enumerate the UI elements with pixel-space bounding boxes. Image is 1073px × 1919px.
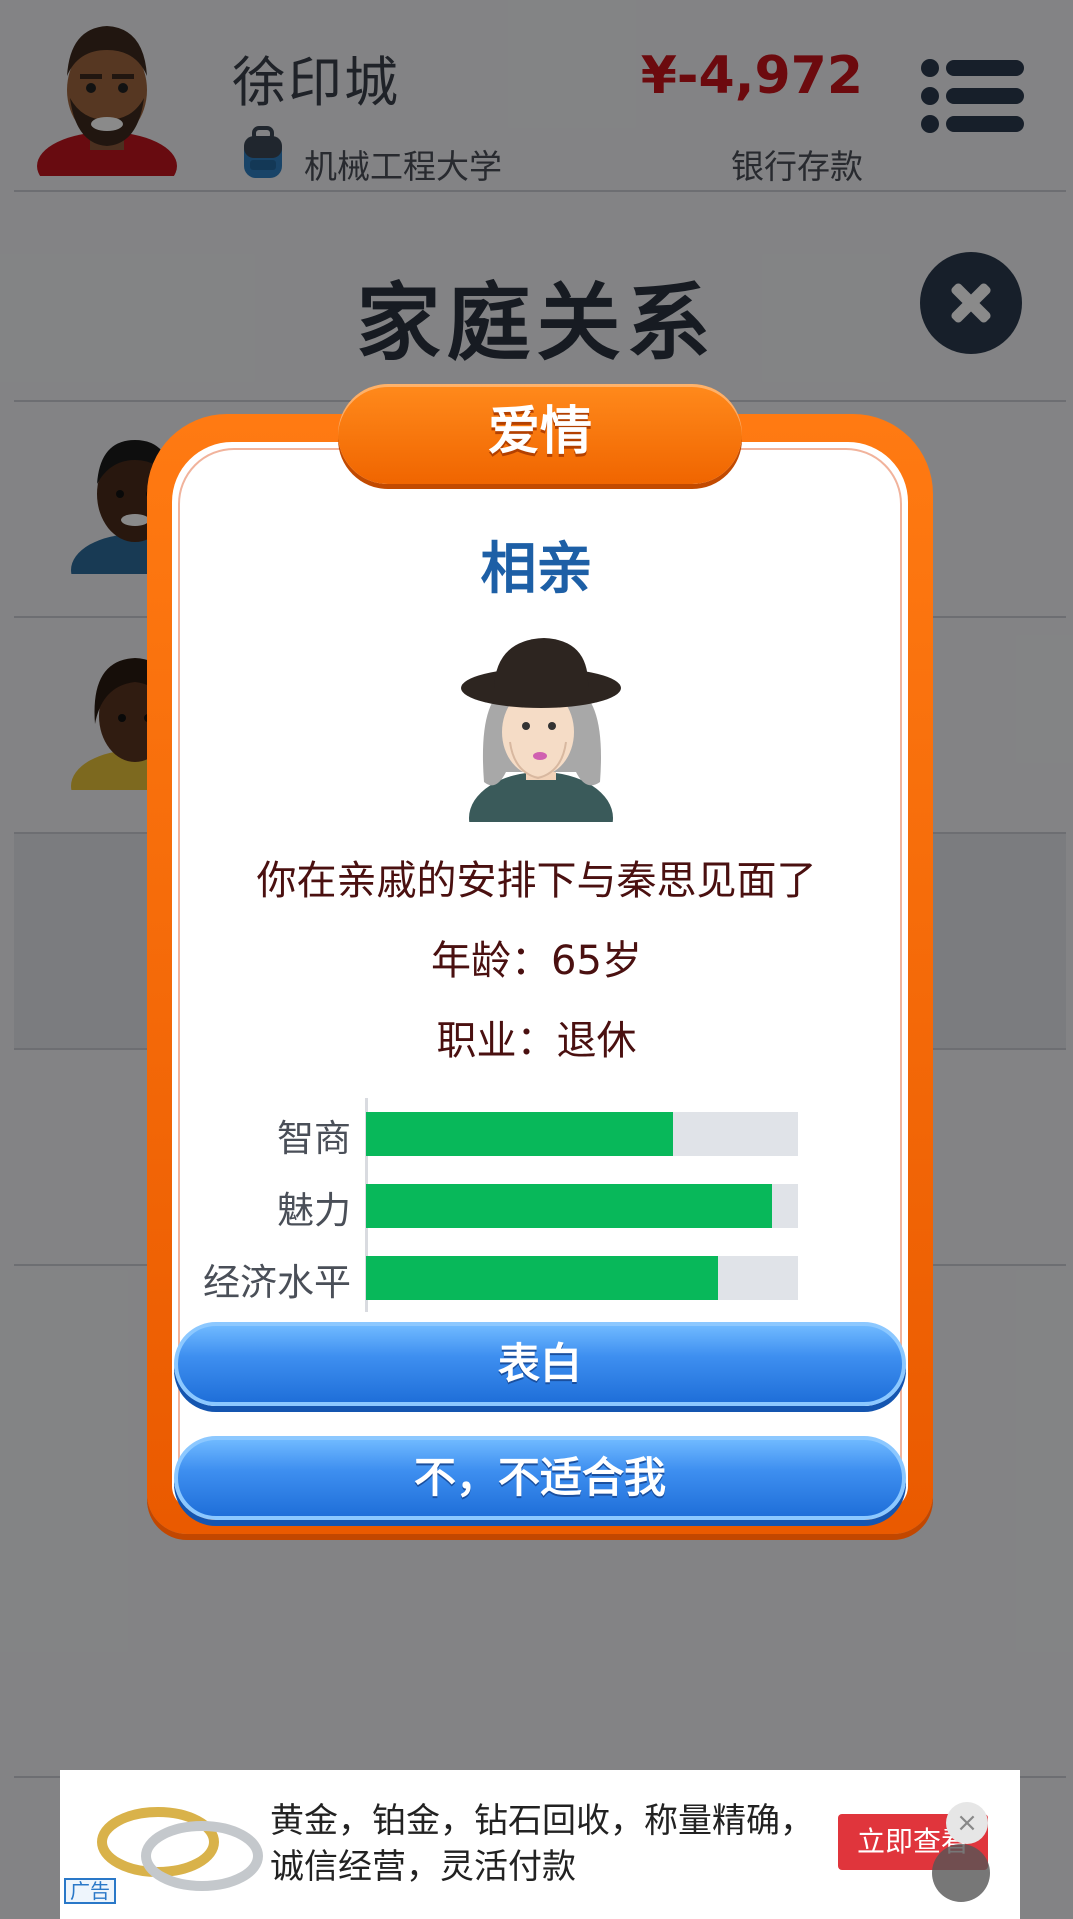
event-description: 你在亲戚的安排下与秦思见面了 [256, 858, 817, 904]
npc-occupation: 职业：退休 [436, 1018, 637, 1064]
stat-label-iq: 智商 [277, 1117, 351, 1160]
stat-fill-charm [366, 1184, 773, 1228]
stat-label-wealth: 经济水平 [203, 1261, 351, 1304]
stat-label-charm: 魅力 [277, 1189, 351, 1232]
ad-banner[interactable]: 广告 黄金，铂金，钻石回收，称量精确，诚信经营，灵活付款 立即查看 × [60, 1770, 1020, 1919]
stat-bar-charm [366, 1184, 798, 1228]
ad-info-icon[interactable] [932, 1844, 990, 1902]
event-category-ribbon: 爱情 [338, 384, 742, 484]
npc-avatar [461, 638, 621, 822]
event-title: 相亲 [480, 537, 593, 602]
stat-fill-wealth [366, 1256, 719, 1300]
npc-age: 年龄：65岁 [431, 938, 642, 984]
stat-bar-iq [366, 1112, 798, 1156]
ad-close-icon[interactable]: × [946, 1802, 988, 1844]
stat-bar-wealth [366, 1256, 798, 1300]
ad-tag: 广告 [64, 1878, 116, 1904]
decline-button[interactable]: 不，不适合我 [174, 1436, 906, 1520]
confess-button[interactable]: 表白 [174, 1322, 906, 1406]
ad-text: 黄金，铂金，钻石回收，称量精确，诚信经营，灵活付款 [270, 1801, 814, 1887]
stat-fill-iq [366, 1112, 673, 1156]
